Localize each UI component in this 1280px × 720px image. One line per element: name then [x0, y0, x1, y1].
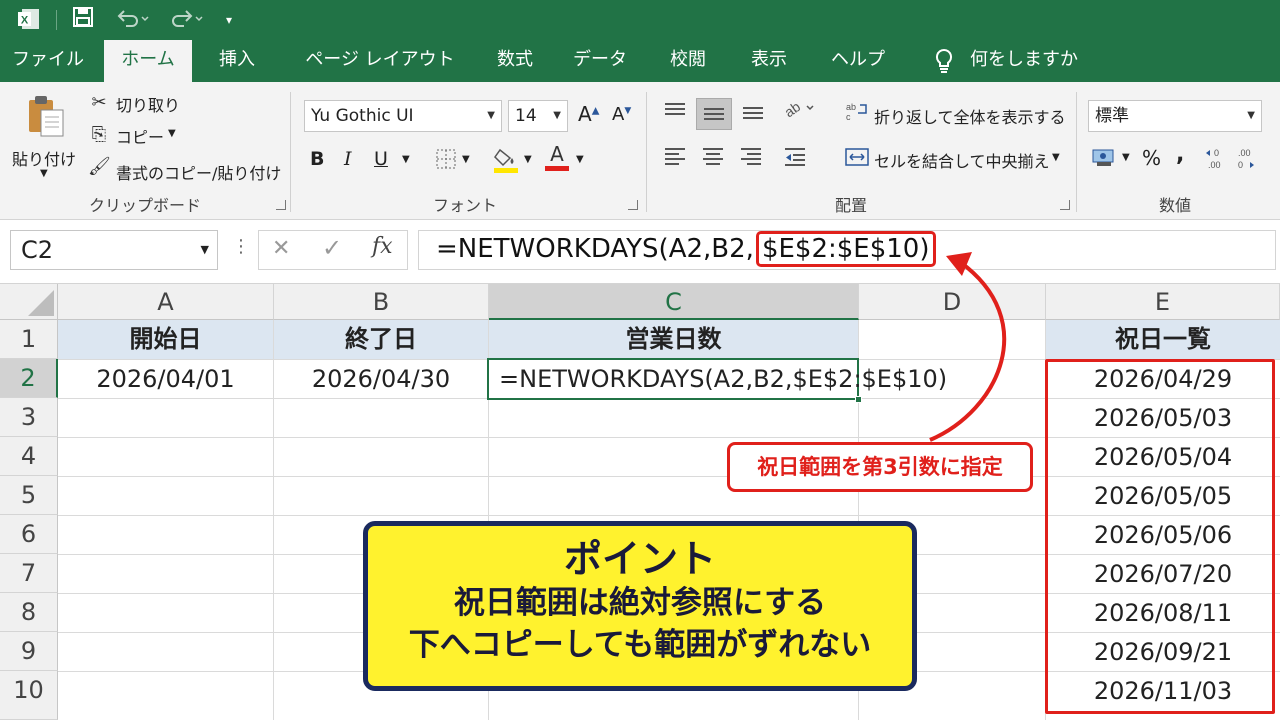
- point-line-1: 祝日範囲は絶対参照にする: [453, 585, 827, 621]
- callout-label: 祝日範囲を第3引数に指定: [727, 442, 1033, 492]
- point-line-2: 下へコピーしても範囲がずれない: [408, 627, 872, 663]
- point-box: ポイント 祝日範囲は絶対参照にする 下へコピーしても範囲がずれない: [363, 521, 917, 691]
- point-title: ポイント: [563, 537, 716, 581]
